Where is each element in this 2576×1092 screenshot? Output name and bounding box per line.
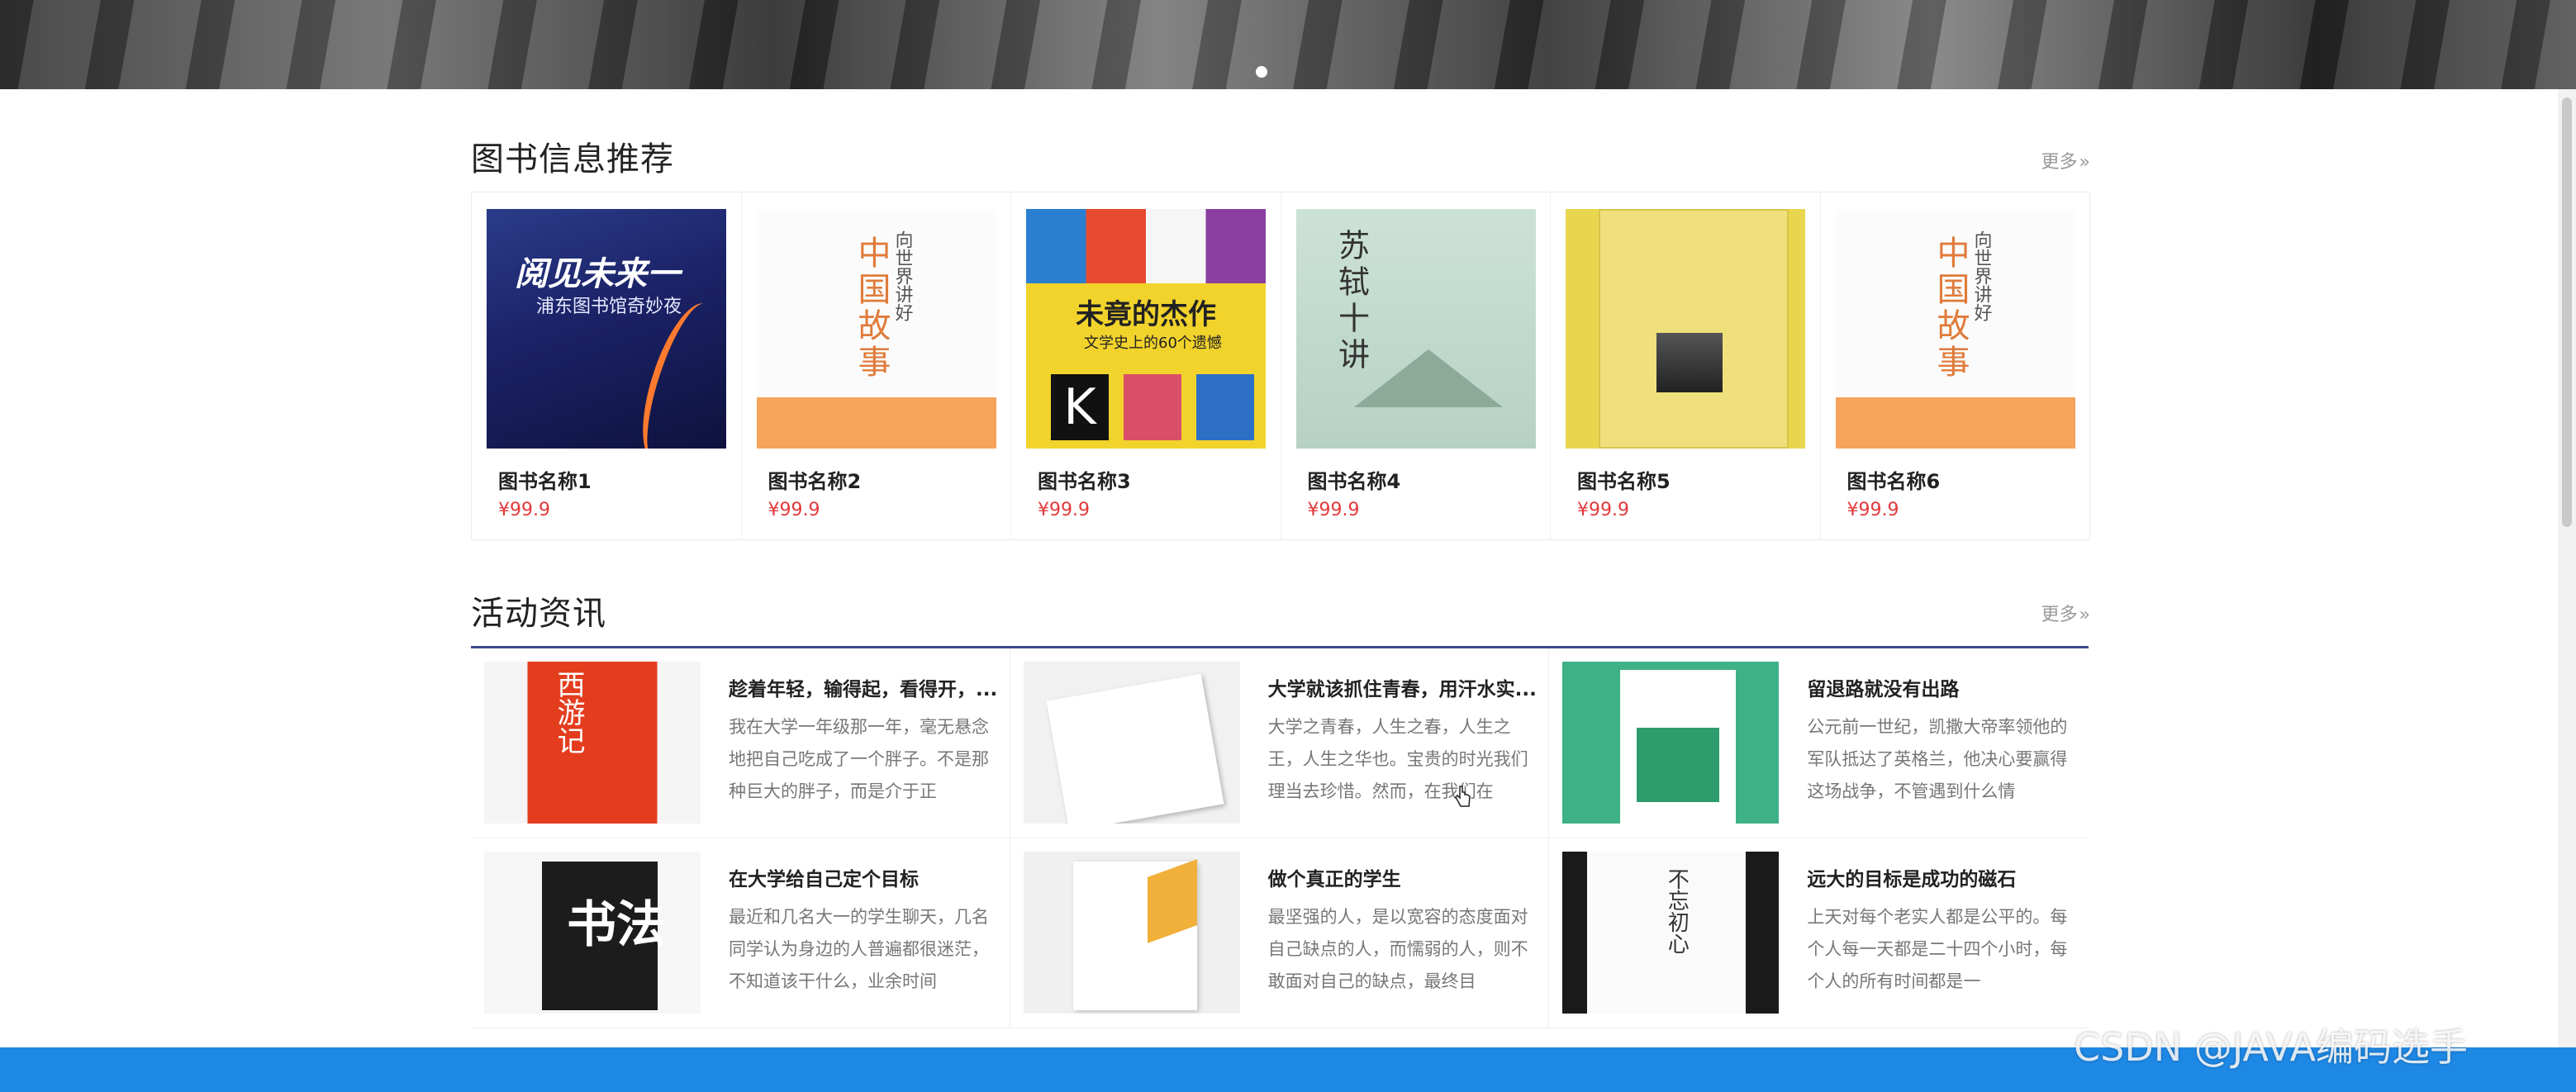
cover-art (627, 295, 726, 449)
book-card[interactable]: 中国故事 向世界讲好 图书名称6 ¥99.9 (1821, 192, 2090, 539)
cover-subtitle: 向世界讲好 (891, 230, 913, 321)
cover-art (1196, 374, 1254, 440)
book-cover[interactable]: 中国故事 向世界讲好 (756, 209, 996, 449)
book-cover[interactable]: 苏轼十讲 (1295, 209, 1536, 449)
cover-art (1599, 209, 1789, 449)
news-summary: 最近和几名大一的学生聊天，几名同学认为身边的人普遍都很迷茫，不知道该干什么，业余… (729, 907, 989, 991)
news-item[interactable]: 做个真正的学生 最坚强的人，是以宽容的态度面对自己缺点的人，而懦弱的人，则不敢面… (1010, 838, 1550, 1028)
book-list: 阅见未来一 浦东图书馆奇妙夜 图书名称1 ¥99.9 中国故事 向世界讲好 图书… (471, 192, 2090, 540)
news-title[interactable]: 在大学给自己定个目标 (729, 863, 1001, 891)
news-thumbnail[interactable] (1023, 662, 1240, 824)
news-list: 西游记 趁着年轻，输得起，看得开，... 我在大学一年级那一年，毫无悬念地把自己… (471, 646, 2089, 1028)
news-item[interactable]: 不忘初心 远大的目标是成功的磁石 上天对每个老实人都是公平的。每个人每一天都是二… (1549, 838, 2089, 1028)
news-thumbnail[interactable] (1562, 662, 1780, 824)
news-title[interactable]: 留退路就没有出路 (1807, 673, 2079, 701)
news-item[interactable]: 书法 在大学给自己定个目标 最近和几名大一的学生聊天，几名同学认为身边的人普遍都… (471, 838, 1010, 1028)
book-cover[interactable]: 阅见未来一 浦东图书馆奇妙夜 (487, 209, 726, 449)
book-name[interactable]: 图书名称4 (1308, 465, 1401, 494)
book-price: ¥99.9 (1846, 500, 1899, 520)
book-price: ¥99.9 (1038, 500, 1090, 520)
double-chevron-right-icon: » (2079, 605, 2090, 625)
main-content: 图书信息推荐 更多» 阅见未来一 浦东图书馆奇妙夜 图书名称1 ¥99.9 中国… (471, 0, 2090, 1047)
cover-subtitle: 文学史上的60个遗憾 (1084, 335, 1222, 352)
news-title[interactable]: 大学就该抓住青春，用汗水实... (1268, 673, 1541, 701)
news-summary: 公元前一世纪，凯撒大帝率领他的军队抵达了英格兰，他决心要赢得这场战争，不管遇到什… (1807, 717, 2068, 801)
book-price: ¥99.9 (1577, 500, 1629, 520)
books-more-link[interactable]: 更多» (2041, 147, 2090, 173)
cover-subtitle: 向世界讲好 (1970, 230, 1992, 321)
mountain-illustration (1353, 349, 1503, 407)
news-summary: 最坚强的人，是以宽容的态度面对自己缺点的人，而懦弱的人，则不敢面对自己的缺点，最… (1267, 907, 1528, 991)
news-title[interactable]: 做个真正的学生 (1268, 863, 1541, 891)
book-cover[interactable] (1566, 209, 1805, 449)
book-card[interactable]: 中国故事 向世界讲好 图书名称2 ¥99.9 (742, 192, 1011, 539)
book-name[interactable]: 图书名称5 (1577, 465, 1671, 494)
book-cover[interactable]: 未竟的杰作 文学史上的60个遗憾 K (1026, 209, 1266, 449)
thumbnail-title: 西游记 (552, 670, 585, 754)
book-card[interactable]: 苏轼十讲 图书名称4 ¥99.9 (1281, 192, 1551, 539)
news-title[interactable]: 远大的目标是成功的磁石 (1807, 863, 2079, 891)
book-illustration (1746, 852, 1780, 1014)
news-summary: 我在大学一年级那一年，毫无悬念地把自己吃成了一个胖子。不是那种巨大的胖子，而是介… (729, 717, 989, 801)
news-summary: 上天对每个老实人都是公平的。每个人每一天都是二十四个小时，每个人的所有时间都是一 (1807, 907, 2068, 991)
news-thumbnail[interactable] (1023, 852, 1240, 1014)
page-scrollbar[interactable] (2558, 89, 2576, 1047)
book-card[interactable]: 图书名称5 ¥99.9 (1551, 192, 1821, 539)
cover-title: 未竟的杰作 (1076, 298, 1216, 331)
book-price: ¥99.9 (1307, 500, 1360, 520)
cover-art (1026, 209, 1266, 283)
news-thumbnail[interactable]: 不忘初心 (1562, 852, 1780, 1014)
news-summary: 大学之青春，人生之春，人生之王，人生之华也。宝贵的时光我们理当去珍惜。然而，在我… (1267, 717, 1528, 801)
cover-art (1124, 374, 1181, 440)
news-item[interactable]: 留退路就没有出路 公元前一世纪，凯撒大帝率领他的军队抵达了英格兰，他决心要赢得这… (1549, 648, 2089, 838)
thumbnail-title: 书法 (567, 896, 666, 954)
cover-band (756, 397, 996, 449)
book-illustration (1046, 673, 1224, 824)
cover-subtitle: 浦东图书馆奇妙夜 (536, 297, 682, 317)
book-card[interactable]: 阅见未来一 浦东图书馆奇妙夜 图书名称1 ¥99.9 (472, 192, 742, 539)
hand-cursor-icon (1455, 786, 1471, 807)
news-more-link[interactable]: 更多» (2041, 600, 2090, 626)
book-name[interactable]: 图书名称2 (768, 465, 862, 494)
book-price: ¥99.9 (768, 500, 820, 520)
book-cover[interactable]: 中国故事 向世界讲好 (1835, 209, 2075, 449)
cover-band (1835, 397, 2075, 449)
cover-title: 阅见未来一 (515, 255, 680, 293)
more-label: 更多 (2041, 605, 2078, 625)
book-name[interactable]: 图书名称6 (1847, 465, 1941, 494)
cover-photo (1656, 333, 1723, 392)
watermark: CSDN @JAVA编码选手 (2074, 1025, 2469, 1070)
book-name[interactable]: 图书名称1 (498, 465, 592, 494)
book-illustration (1562, 852, 1588, 1014)
news-title[interactable]: 趁着年轻，输得起，看得开，... (729, 673, 1001, 701)
book-illustration (1637, 728, 1720, 802)
news-section-title: 活动资讯 (471, 595, 606, 633)
news-item[interactable]: 西游记 趁着年轻，输得起，看得开，... 我在大学一年级那一年，毫无悬念地把自己… (471, 648, 1010, 838)
more-label: 更多 (2041, 152, 2078, 173)
scrollbar-thumb[interactable] (2562, 97, 2572, 527)
news-thumbnail[interactable]: 西游记 (484, 662, 701, 824)
double-chevron-right-icon: » (2079, 152, 2090, 173)
news-item[interactable]: 大学就该抓住青春，用汗水实... 大学之青春，人生之春，人生之王，人生之华也。宝… (1010, 648, 1550, 838)
book-name[interactable]: 图书名称3 (1038, 465, 1131, 494)
book-price: ¥99.9 (498, 500, 550, 520)
cover-letter-k: K (1051, 374, 1109, 440)
thumbnail-title: 不忘初心 (1664, 868, 1690, 954)
news-thumbnail[interactable]: 书法 (484, 852, 701, 1014)
book-card[interactable]: 未竟的杰作 文学史上的60个遗憾 K 图书名称3 ¥99.9 (1011, 192, 1281, 539)
books-section-title: 图书信息推荐 (471, 140, 674, 178)
